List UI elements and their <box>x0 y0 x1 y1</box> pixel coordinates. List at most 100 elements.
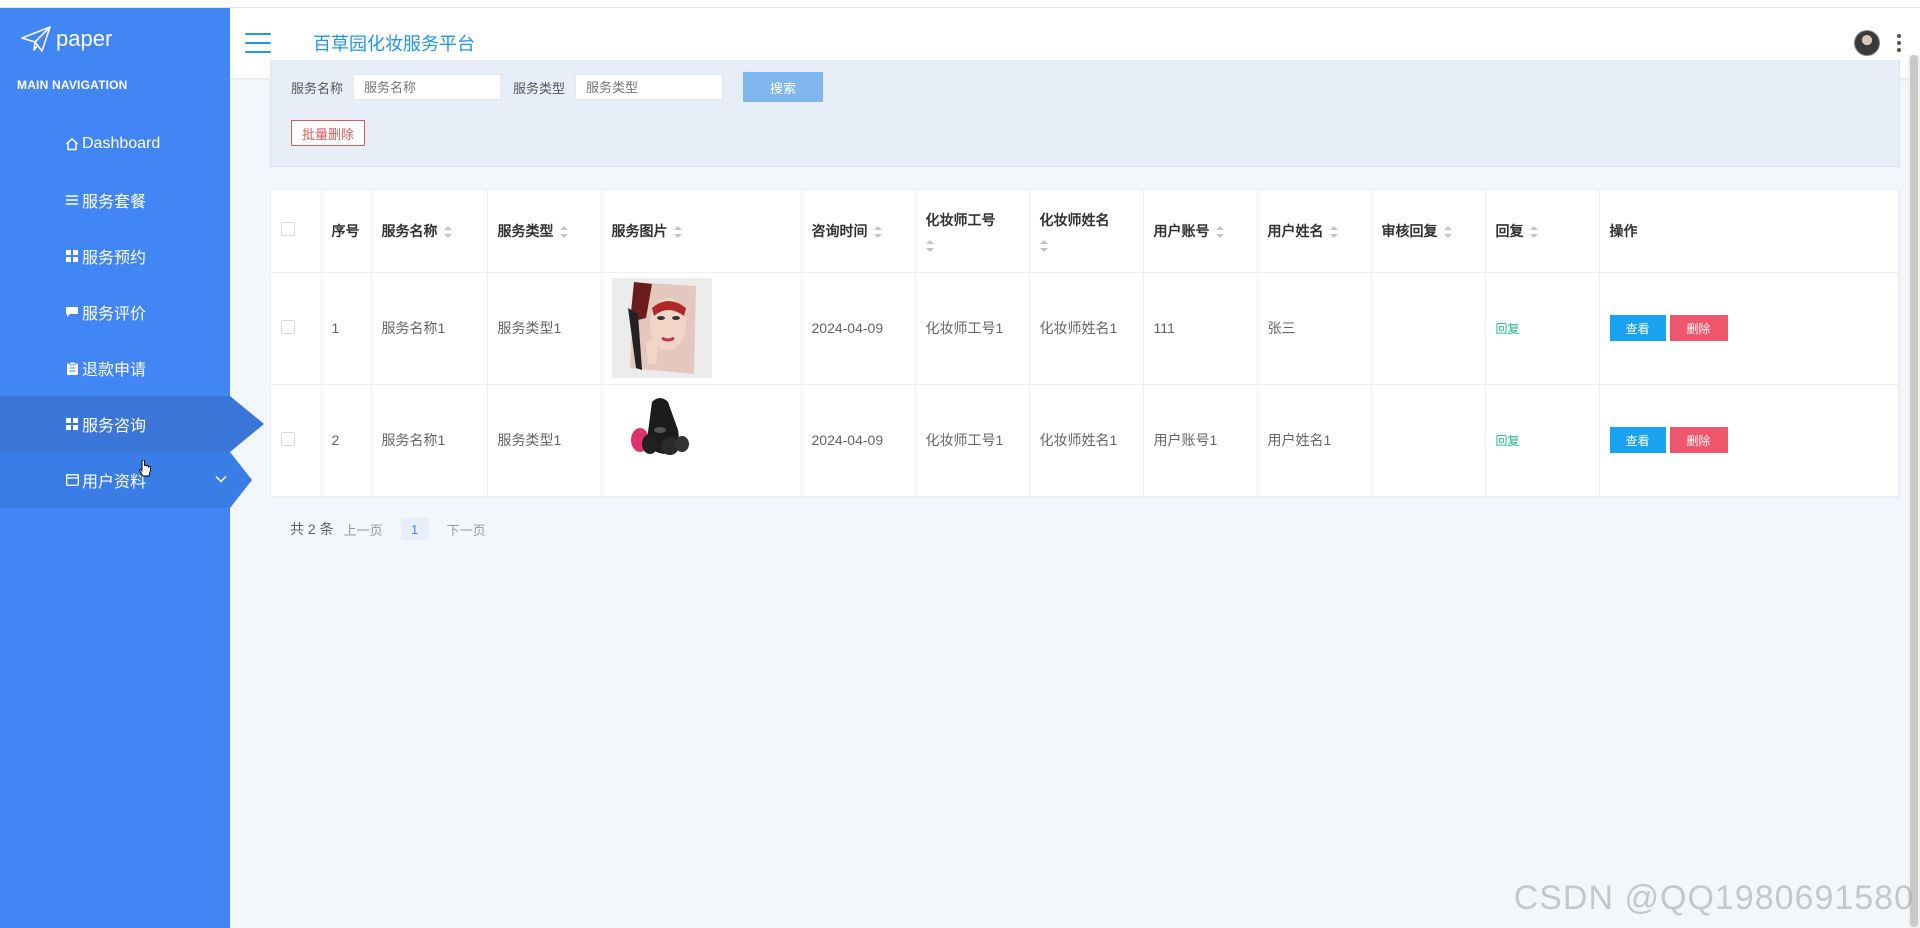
search-panel: 服务名称 服务类型 搜索 批量删除 <box>270 60 1900 167</box>
view-button[interactable]: 查看 <box>1609 427 1666 453</box>
sidebar-item-label: Dashboard <box>82 135 161 152</box>
column-header: 操作 <box>1599 190 1899 273</box>
service-type-input[interactable] <box>575 74 724 100</box>
sidebar-item-user-profile[interactable]: 用户资料 <box>0 452 252 508</box>
sidebar-item-service-packages[interactable]: 服务套餐 <box>0 172 230 228</box>
watermark: CSDN @QQ1980691580 <box>1513 879 1914 917</box>
scrollbar-thumb[interactable] <box>1910 55 1918 927</box>
cell-actions: 查看 删除 <box>1599 384 1899 497</box>
sidebar-item-label: 退款申请 <box>82 362 147 379</box>
cell-service-image <box>601 384 802 497</box>
view-button[interactable]: 查看 <box>1609 315 1666 341</box>
sidebar-item-dashboard[interactable]: Dashboard <box>0 116 230 172</box>
sidebar-item-label: 服务预约 <box>82 250 147 267</box>
avatar[interactable] <box>1854 30 1880 56</box>
column-header[interactable]: 化妆师工号 <box>915 190 1030 273</box>
cell-user-account: 用户账号1 <box>1143 384 1258 497</box>
sort-icon[interactable] <box>1443 226 1452 239</box>
list-icon <box>64 192 80 208</box>
sidebar-item-refund[interactable]: 退款申请 <box>0 340 230 396</box>
column-header[interactable]: 回复 <box>1485 190 1600 273</box>
nav-heading: MAIN NAVIGATION <box>17 78 128 92</box>
batch-delete-button[interactable]: 批量删除 <box>291 120 366 146</box>
sort-icon[interactable] <box>443 226 452 239</box>
sidebar-item-service-consult[interactable]: 服务咨询 <box>0 396 264 452</box>
column-header[interactable]: 用户姓名 <box>1257 190 1372 273</box>
more-vertical-icon[interactable] <box>1896 34 1902 52</box>
row-checkbox[interactable] <box>281 431 295 446</box>
sort-icon[interactable] <box>673 226 682 239</box>
menu-toggle-icon[interactable] <box>245 33 271 53</box>
sort-icon[interactable] <box>1529 226 1538 239</box>
mouse-cursor-icon <box>138 460 151 477</box>
site-title: 百草园化妆服务平台 <box>313 34 475 54</box>
card-icon <box>64 472 80 488</box>
cell-artist-id: 化妆师工号1 <box>915 384 1030 497</box>
column-header[interactable]: 化妆师姓名 <box>1029 190 1144 273</box>
column-header[interactable]: 审核回复 <box>1371 190 1486 273</box>
service-name-label: 服务名称 <box>291 80 344 96</box>
column-header[interactable]: 服务类型 <box>487 190 602 273</box>
top-edge <box>0 0 1920 8</box>
cell-no: 1 <box>321 272 372 385</box>
cell-service-name: 服务名称1 <box>371 272 488 385</box>
page-scrollbar[interactable] <box>1908 55 1920 928</box>
column-header[interactable]: 咨询时间 <box>801 190 916 273</box>
column-header[interactable]: 用户账号 <box>1143 190 1258 273</box>
sort-icon[interactable] <box>1329 226 1338 239</box>
search-button[interactable]: 搜索 <box>743 72 824 102</box>
reply-link[interactable]: 回复 <box>1496 434 1520 448</box>
grid-icon <box>64 248 80 264</box>
service-name-input[interactable] <box>353 74 502 100</box>
cell-review-reply <box>1371 384 1486 497</box>
service-image-makeup-sponges[interactable] <box>611 390 712 490</box>
brand[interactable]: paper <box>0 8 230 70</box>
cell-service-image <box>601 272 802 385</box>
cell-review-reply <box>1371 272 1486 385</box>
prev-page-button[interactable]: 上一页 <box>344 520 383 539</box>
home-icon <box>64 136 80 152</box>
column-header[interactable]: 服务名称 <box>371 190 488 273</box>
cell-service-type: 服务类型1 <box>487 384 602 497</box>
reply-link[interactable]: 回复 <box>1496 322 1520 336</box>
pagination: 共 2 条 上一页 1 下一页 <box>290 518 496 540</box>
nav-list: Dashboard 服务套餐 服务预约 服务评价 退款申请 服务咨询 用户资料 <box>0 116 264 508</box>
column-header: 序号 <box>321 190 372 273</box>
page-number[interactable]: 1 <box>400 518 429 540</box>
cell-artist-name: 化妆师姓名1 <box>1029 384 1144 497</box>
select-all-checkbox[interactable] <box>281 222 295 237</box>
cell-service-name: 服务名称1 <box>371 384 488 497</box>
sidebar-item-label: 服务评价 <box>82 306 147 323</box>
search-row: 服务名称 服务类型 搜索 <box>291 72 824 102</box>
cell-user-name: 张三 <box>1257 272 1372 385</box>
cell-artist-name: 化妆师姓名1 <box>1029 272 1144 385</box>
sidebar-item-label: 服务套餐 <box>82 194 147 211</box>
service-type-label: 服务类型 <box>513 80 566 96</box>
delete-button[interactable]: 删除 <box>1669 315 1728 341</box>
sidebar-item-label: 用户资料 <box>82 474 147 491</box>
sidebar-item-service-review[interactable]: 服务评价 <box>0 284 230 340</box>
service-image-makeup-portrait[interactable] <box>611 278 712 378</box>
sort-icon[interactable] <box>873 226 882 239</box>
cell-service-type: 服务类型1 <box>487 272 602 385</box>
sort-icon[interactable] <box>559 226 568 239</box>
table-row: 2 服务名称1 服务类型1 2024-04-09 化妆师工号1 化妆师姓名1 用… <box>271 384 1899 497</box>
row-checkbox[interactable] <box>281 319 295 334</box>
sidebar-item-service-booking[interactable]: 服务预约 <box>0 228 230 284</box>
clipboard-icon <box>64 360 80 376</box>
sort-icon[interactable] <box>925 239 934 252</box>
total-count: 共 2 条 <box>290 521 334 537</box>
brand-name: paper <box>56 26 113 51</box>
column-header[interactable]: 服务图片 <box>601 190 802 273</box>
sort-icon[interactable] <box>1215 226 1224 239</box>
cell-artist-id: 化妆师工号1 <box>915 272 1030 385</box>
grid-icon <box>64 416 80 432</box>
cell-user-account: 111 <box>1143 272 1258 385</box>
table-header-row: 序号 服务名称 服务类型 服务图片 咨询时间 化妆师工号 化妆师姓名 用户账号 … <box>271 190 1899 273</box>
cell-consult-time: 2024-04-09 <box>801 272 916 385</box>
cell-user-name: 用户姓名1 <box>1257 384 1372 497</box>
sort-icon[interactable] <box>1039 239 1048 252</box>
next-page-button[interactable]: 下一页 <box>447 520 486 539</box>
chevron-down-icon <box>215 475 227 483</box>
delete-button[interactable]: 删除 <box>1669 427 1728 453</box>
